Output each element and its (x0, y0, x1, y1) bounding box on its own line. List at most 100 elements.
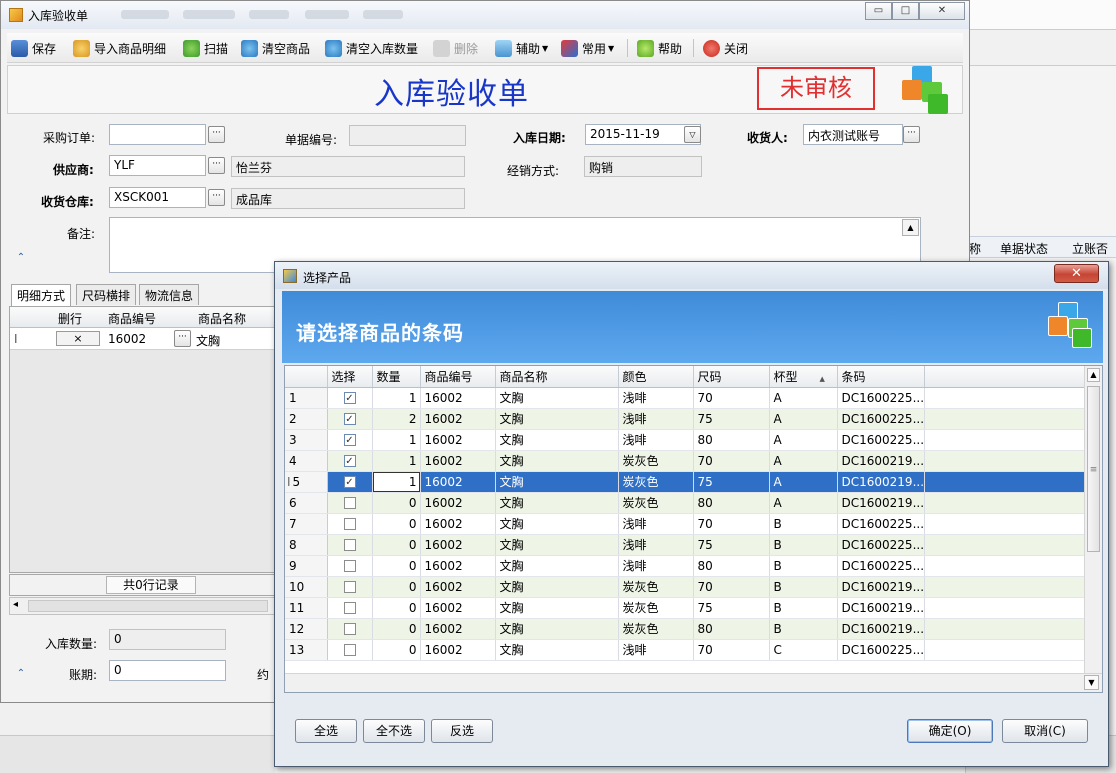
row-select-checkbox[interactable] (327, 513, 373, 535)
supplier-lookup-button[interactable]: ··· (208, 157, 225, 174)
detail-grid-row[interactable]: I × 16002 ··· 文胸 (10, 328, 276, 350)
row-select-checkbox[interactable]: ✓ (327, 429, 373, 451)
receiver-input[interactable]: 内衣测试账号 (803, 124, 903, 145)
tab-detail-mode[interactable]: 明细方式 (11, 284, 72, 306)
header-select[interactable]: 选择 (327, 366, 373, 388)
checkbox-checked-icon[interactable]: ✓ (343, 413, 356, 425)
checkbox-unchecked-icon[interactable] (343, 497, 356, 509)
row-select-checkbox[interactable] (327, 618, 373, 640)
supplier-code-input[interactable]: YLF (109, 155, 206, 176)
clear-products-button[interactable]: 清空商品 (241, 37, 310, 59)
checkbox-unchecked-icon[interactable] (343, 560, 356, 572)
maximize-button[interactable]: □ (892, 2, 919, 20)
select-none-button[interactable]: 全不选 (363, 719, 425, 743)
background-grid-header-status[interactable]: 单据状态 (1000, 240, 1048, 257)
row-quantity[interactable]: 1 (372, 429, 421, 451)
close-button[interactable]: 关闭 (703, 37, 748, 59)
scroll-left-icon[interactable]: ◂ (13, 599, 18, 610)
common-menu-button[interactable]: 常用 ▼ (561, 37, 614, 59)
checkbox-checked-icon[interactable]: ✓ (343, 476, 356, 488)
table-row[interactable]: 1 ✓ 1 16002 文胸 浅啡 70 A DC1600225... (285, 387, 1085, 409)
row-select-checkbox[interactable] (327, 639, 373, 661)
grid-vertical-scrollbar[interactable]: ▲ ≡ (1084, 366, 1102, 673)
warehouse-code-input[interactable]: XSCK001 (109, 187, 206, 208)
detail-horizontal-scrollbar[interactable]: ◂ (9, 597, 277, 615)
header-product-name[interactable]: 商品名称 (495, 366, 619, 388)
table-row[interactable]: 10 0 16002 文胸 炭灰色 70 B DC1600219... (285, 576, 1085, 598)
background-grid-header-posted[interactable]: 立账否 (1072, 240, 1108, 257)
collapse-header-icon[interactable]: ⌃ (12, 249, 30, 267)
row-quantity[interactable]: 0 (372, 534, 421, 556)
row-quantity[interactable]: 0 (372, 639, 421, 661)
row-quantity[interactable]: 1 (372, 471, 421, 493)
delete-row-button[interactable]: × (56, 331, 100, 346)
checkbox-unchecked-icon[interactable] (343, 539, 356, 551)
grid-horizontal-scrollbar[interactable]: ▼ (285, 673, 1102, 692)
scroll-thumb[interactable] (28, 600, 268, 612)
scroll-up-icon[interactable]: ▲ (1087, 368, 1100, 382)
table-row[interactable]: 11 0 16002 文胸 炭灰色 75 B DC1600219... (285, 597, 1085, 619)
table-row[interactable]: 6 0 16002 文胸 炭灰色 80 A DC1600219... (285, 492, 1085, 514)
table-row[interactable]: 2 ✓ 2 16002 文胸 浅啡 75 A DC1600225... (285, 408, 1085, 430)
header-quantity[interactable]: 数量 (372, 366, 421, 388)
row-select-checkbox[interactable] (327, 597, 373, 619)
header-size[interactable]: 尺码 (693, 366, 770, 388)
tab-logistics[interactable]: 物流信息 (139, 284, 200, 305)
checkbox-checked-icon[interactable]: ✓ (343, 455, 356, 467)
checkbox-unchecked-icon[interactable] (343, 581, 356, 593)
table-row[interactable]: 9 0 16002 文胸 浅啡 80 B DC1600225... (285, 555, 1085, 577)
checkbox-unchecked-icon[interactable] (343, 623, 356, 635)
scan-button[interactable]: 扫描 (183, 37, 228, 59)
minimize-button[interactable]: ▭ (865, 2, 892, 20)
purchase-order-input[interactable] (109, 124, 206, 145)
header-product-code[interactable]: 商品编号 (420, 366, 496, 388)
row-quantity[interactable]: 1 (372, 450, 421, 472)
row-quantity[interactable]: 2 (372, 408, 421, 430)
table-row[interactable]: 12 0 16002 文胸 炭灰色 80 B DC1600219... (285, 618, 1085, 640)
header-color[interactable]: 颜色 (618, 366, 694, 388)
row-select-checkbox[interactable] (327, 576, 373, 598)
help-button[interactable]: 帮助 (637, 37, 682, 59)
row-select-checkbox[interactable] (327, 492, 373, 514)
row-quantity[interactable]: 0 (372, 597, 421, 619)
table-row[interactable]: 8 0 16002 文胸 浅啡 75 B DC1600225... (285, 534, 1085, 556)
table-row[interactable]: I 5 ✓ 1 16002 文胸 炭灰色 75 A DC1600219... (285, 471, 1085, 493)
import-details-button[interactable]: 导入商品明细 (73, 37, 166, 59)
save-button[interactable]: 保存 (11, 37, 56, 59)
row-quantity[interactable]: 0 (372, 618, 421, 640)
table-row[interactable]: 3 ✓ 1 16002 文胸 浅啡 80 A DC1600225... (285, 429, 1085, 451)
select-all-button[interactable]: 全选 (295, 719, 357, 743)
receiver-lookup-button[interactable]: ··· (903, 126, 920, 143)
scroll-down-icon[interactable]: ▼ (1084, 675, 1099, 690)
checkbox-checked-icon[interactable]: ✓ (343, 392, 356, 404)
checkbox-checked-icon[interactable]: ✓ (343, 434, 356, 446)
tab-size-horizontal[interactable]: 尺码横排 (76, 284, 137, 305)
table-row[interactable]: 4 ✓ 1 16002 文胸 炭灰色 70 A DC1600219... (285, 450, 1085, 472)
row-quantity[interactable]: 0 (372, 576, 421, 598)
row-select-checkbox[interactable]: ✓ (327, 471, 373, 493)
row-select-checkbox[interactable]: ✓ (327, 450, 373, 472)
checkbox-unchecked-icon[interactable] (343, 644, 356, 656)
warehouse-lookup-button[interactable]: ··· (208, 189, 225, 206)
row-quantity[interactable]: 1 (372, 387, 421, 409)
collapse-footer-icon[interactable]: ⌃ (12, 665, 30, 683)
checkbox-unchecked-icon[interactable] (343, 518, 356, 530)
calendar-dropdown-icon[interactable]: ▽ (684, 126, 701, 143)
row-quantity[interactable]: 0 (372, 555, 421, 577)
window-close-button[interactable]: ✕ (919, 2, 965, 20)
payment-term-input[interactable]: 0 (109, 660, 226, 681)
clear-quantity-button[interactable]: 清空入库数量 (325, 37, 418, 59)
row-select-checkbox[interactable] (327, 534, 373, 556)
header-cup[interactable]: 杯型 ▲ (769, 366, 838, 388)
product-lookup-button[interactable]: ··· (174, 330, 191, 347)
row-select-checkbox[interactable]: ✓ (327, 408, 373, 430)
dialog-close-button[interactable]: ✕ (1054, 264, 1099, 283)
header-barcode[interactable]: 条码 (837, 366, 925, 388)
purchase-order-lookup-button[interactable]: ··· (208, 126, 225, 143)
row-select-checkbox[interactable]: ✓ (327, 387, 373, 409)
checkbox-unchecked-icon[interactable] (343, 602, 356, 614)
row-select-checkbox[interactable] (327, 555, 373, 577)
confirm-button[interactable]: 确定(O) (907, 719, 993, 743)
remark-scroll-up-button[interactable]: ▲ (902, 219, 919, 236)
row-quantity[interactable]: 0 (372, 492, 421, 514)
